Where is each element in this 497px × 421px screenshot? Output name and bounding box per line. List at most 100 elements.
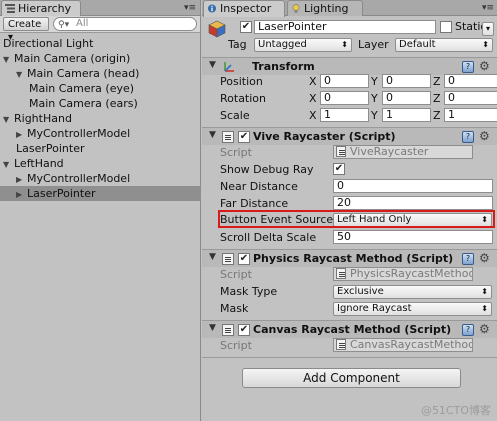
tab-hierarchy-label: Hierarchy bbox=[18, 2, 72, 15]
hierarchy-item-label: Main Camera (origin) bbox=[14, 52, 131, 65]
transform-x-field[interactable]: 1 bbox=[320, 108, 369, 122]
inspector-menu-icon[interactable]: ▾≡ bbox=[482, 3, 494, 13]
lightbulb-icon bbox=[292, 4, 300, 13]
vive-script-field[interactable]: ViveRaycaster bbox=[333, 145, 473, 159]
scroll-delta-scale-field[interactable]: 50 bbox=[333, 230, 493, 244]
canvas-script-field[interactable]: CanvasRaycastMethod bbox=[333, 338, 473, 352]
vive-raycaster-header[interactable]: ▼ ✔ Vive Raycaster (Script) ? ⚙ bbox=[202, 127, 497, 145]
search-icon: ⚲▾ bbox=[58, 20, 70, 30]
collapsed-arrow-icon[interactable]: ▶ bbox=[16, 172, 27, 187]
tab-lighting-label: Lighting bbox=[304, 2, 349, 15]
hierarchy-item[interactable]: LaserPointer bbox=[16, 141, 85, 156]
script-icon bbox=[336, 339, 346, 350]
chevron-updown-icon: ⬍ bbox=[341, 40, 348, 49]
hierarchy-item-label: Main Camera (ears) bbox=[29, 97, 138, 110]
hierarchy-item[interactable]: ▶ MyControllerModel bbox=[16, 171, 130, 186]
tag-dropdown[interactable]: Untagged ⬍ bbox=[254, 38, 352, 52]
help-book-icon[interactable]: ? bbox=[462, 61, 474, 73]
mask-type-dropdown[interactable]: Exclusive ⬍ bbox=[333, 285, 492, 299]
mask-dropdown[interactable]: Ignore Raycast ⬍ bbox=[333, 302, 492, 316]
tab-inspector[interactable]: Inspector bbox=[203, 0, 285, 17]
vive-raycaster-enabled-checkbox[interactable]: ✔ bbox=[238, 131, 250, 143]
hierarchy-item-label: Directional Light bbox=[3, 37, 94, 50]
axis-z-label[interactable]: Z bbox=[433, 90, 443, 107]
axis-x-label[interactable]: X bbox=[309, 73, 319, 90]
expanded-arrow-icon[interactable]: ▼ bbox=[3, 52, 14, 67]
collapsed-arrow-icon[interactable]: ▶ bbox=[16, 187, 27, 202]
hierarchy-item[interactable]: ▼ Main Camera (origin) bbox=[3, 51, 130, 66]
collapsed-arrow-icon[interactable]: ▶ bbox=[16, 127, 27, 142]
transform-y-field[interactable]: 0 bbox=[382, 74, 431, 88]
help-book-icon[interactable]: ? bbox=[462, 324, 474, 336]
layer-dropdown[interactable]: Default ⬍ bbox=[395, 38, 493, 52]
hierarchy-item[interactable]: Directional Light bbox=[3, 36, 93, 51]
object-name-field[interactable]: LaserPointer bbox=[254, 20, 436, 34]
fold-arrow-icon: ▼ bbox=[209, 60, 216, 70]
show-debug-ray-label: Show Debug Ray bbox=[220, 163, 314, 176]
hierarchy-item-label: LeftHand bbox=[14, 157, 64, 170]
create-button[interactable]: Create ▾ bbox=[3, 17, 49, 43]
tab-hierarchy[interactable]: Hierarchy bbox=[1, 0, 81, 17]
axis-x-label[interactable]: X bbox=[309, 107, 319, 124]
hierarchy-item[interactable]: Main Camera (eye) bbox=[29, 81, 134, 96]
expanded-arrow-icon[interactable]: ▼ bbox=[3, 157, 14, 172]
static-dropdown[interactable]: ▾ bbox=[482, 22, 494, 36]
axis-y-label[interactable]: Y bbox=[371, 73, 381, 90]
transform-x-field[interactable]: 0 bbox=[320, 91, 369, 105]
expanded-arrow-icon[interactable]: ▼ bbox=[3, 112, 14, 127]
gear-icon[interactable]: ⚙ bbox=[479, 60, 492, 73]
object-active-checkbox[interactable]: ✔ bbox=[240, 21, 252, 33]
hierarchy-item-label: LaserPointer bbox=[16, 142, 85, 155]
hierarchy-item[interactable]: ▼ Main Camera (head) bbox=[16, 66, 139, 81]
hierarchy-item[interactable]: ▶ LaserPointer bbox=[0, 186, 201, 201]
hierarchy-tabbar: Hierarchy ▾≡ bbox=[0, 0, 200, 17]
transform-y-field[interactable]: 0 bbox=[382, 91, 431, 105]
hierarchy-item[interactable]: ▼ LeftHand bbox=[3, 156, 64, 171]
tag-label: Tag bbox=[228, 38, 247, 51]
gear-icon[interactable]: ⚙ bbox=[479, 252, 492, 265]
expanded-arrow-icon[interactable]: ▼ bbox=[16, 67, 27, 82]
axis-y-label[interactable]: Y bbox=[371, 90, 381, 107]
axis-y-label[interactable]: Y bbox=[371, 107, 381, 124]
hierarchy-item[interactable]: ▶ MyControllerModel bbox=[16, 126, 130, 141]
axis-z-label[interactable]: Z bbox=[433, 73, 443, 90]
axis-z-label[interactable]: Z bbox=[433, 107, 443, 124]
watermark: @51CTO博客 bbox=[420, 404, 491, 417]
canvas-raycast-header[interactable]: ▼ ✔ Canvas Raycast Method (Script) ? ⚙ bbox=[202, 320, 497, 338]
hierarchy-item-label: MyControllerModel bbox=[27, 127, 131, 140]
divider bbox=[202, 357, 497, 358]
gear-icon[interactable]: ⚙ bbox=[479, 130, 492, 143]
show-debug-ray-checkbox[interactable]: ✔ bbox=[333, 163, 345, 175]
gameobject-cube-icon bbox=[208, 20, 226, 38]
hierarchy-search-input[interactable]: ⚲▾ All bbox=[53, 17, 197, 31]
tab-lighting[interactable]: Lighting bbox=[287, 0, 363, 16]
panel-menu-icon[interactable]: ▾≡ bbox=[184, 3, 196, 13]
near-distance-field[interactable]: 0 bbox=[333, 179, 493, 193]
script-icon bbox=[336, 268, 346, 279]
mask-type-value: Exclusive bbox=[337, 286, 384, 297]
help-book-icon[interactable]: ? bbox=[462, 253, 474, 265]
axis-x-label[interactable]: X bbox=[309, 90, 319, 107]
far-distance-field[interactable]: 20 bbox=[333, 196, 493, 210]
layer-label: Layer bbox=[358, 38, 389, 51]
physics-raycast-enabled-checkbox[interactable]: ✔ bbox=[238, 253, 250, 265]
transform-y-field[interactable]: 1 bbox=[382, 108, 431, 122]
hierarchy-item-label: MyControllerModel bbox=[27, 172, 131, 185]
hierarchy-item[interactable]: ▼ RightHand bbox=[3, 111, 72, 126]
canvas-raycast-title: Canvas Raycast Method (Script) bbox=[253, 323, 452, 336]
transform-row-label: Rotation bbox=[220, 92, 267, 105]
static-checkbox[interactable] bbox=[440, 21, 452, 33]
transform-x-field[interactable]: 0 bbox=[320, 74, 369, 88]
transform-z-field[interactable]: 0 bbox=[444, 91, 497, 105]
transform-z-field[interactable]: 1 bbox=[444, 108, 497, 122]
physics-script-field[interactable]: PhysicsRaycastMethod bbox=[333, 267, 473, 281]
transform-z-field[interactable]: 0 bbox=[444, 74, 497, 88]
physics-raycast-header[interactable]: ▼ ✔ Physics Raycast Method (Script) ? ⚙ bbox=[202, 249, 497, 267]
add-component-button[interactable]: Add Component bbox=[242, 368, 461, 388]
script-icon bbox=[222, 253, 234, 265]
help-book-icon[interactable]: ? bbox=[462, 131, 474, 143]
script-icon bbox=[222, 131, 234, 143]
canvas-raycast-enabled-checkbox[interactable]: ✔ bbox=[238, 324, 250, 336]
gear-icon[interactable]: ⚙ bbox=[479, 323, 492, 336]
hierarchy-item[interactable]: Main Camera (ears) bbox=[29, 96, 138, 111]
